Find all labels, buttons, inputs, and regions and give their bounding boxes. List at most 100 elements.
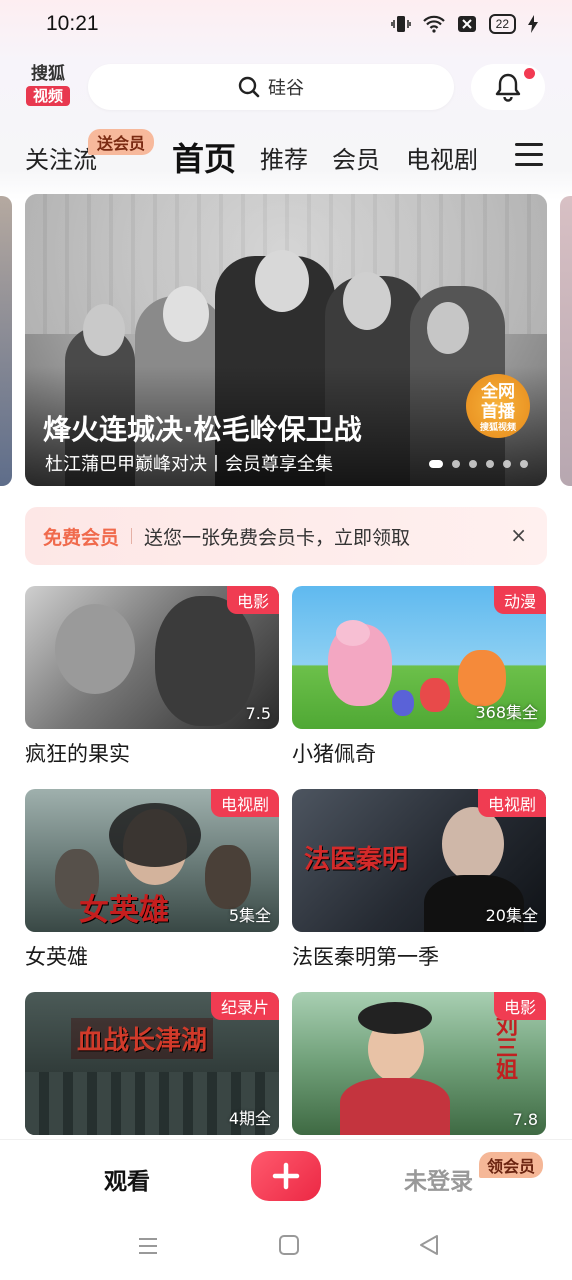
category-tag: 纪录片 [210,992,279,1020]
thumb-figure [336,620,370,646]
charging-icon [528,15,538,33]
live-badge-small: 搜狐视频 [479,423,516,433]
title-art: 女英雄 [79,893,169,928]
thumb-figure [458,650,506,706]
thumb-figure [442,807,504,881]
thumb-figure [55,604,135,694]
promo-divider [131,528,133,544]
search-bar[interactable]: 硅谷 [88,64,454,110]
episode-count: 20集全 [485,906,538,925]
thumb-figure [358,1002,432,1034]
search-placeholder: 硅谷 [268,78,304,99]
episode-count: 368集全 [475,703,538,722]
category-tag: 电视剧 [210,789,279,817]
thumb-figure [109,803,201,867]
app-logo[interactable]: 搜狐 视频 [26,64,70,106]
tab-follow[interactable]: 关注流 [25,140,97,175]
status-bar: 10:21 22 [0,0,572,52]
banner-next-peek[interactable] [560,196,572,486]
tab-recommend[interactable]: 推荐 [260,140,308,175]
thumb-figure [420,678,450,712]
banner-face [255,250,309,312]
video-thumbnail: 刘三姐 电影 7.8 [292,992,546,1135]
thumb-figure [155,596,255,726]
rating: 7.5 [245,704,271,723]
follow-badge: 送会员 [88,129,155,155]
video-card[interactable]: 电影 7.5 疯狂的果实 [25,586,279,768]
category-tag: 动漫 [493,586,546,614]
promo-tag: 免费会员 [43,526,120,549]
notification-button[interactable] [471,64,545,110]
add-button[interactable] [251,1151,321,1201]
video-thumbnail: 法医秦明 电视剧 20集全 [292,789,546,932]
wifi-icon [422,15,445,33]
nav-login[interactable]: 未登录 [404,1162,473,1196]
category-tag: 电视剧 [477,789,546,817]
tab-tv-series[interactable]: 电视剧 [406,140,478,175]
video-card[interactable]: 法医秦明 电视剧 20集全 法医秦明第一季 [292,789,546,971]
hero-banner[interactable]: 全网 首播 搜狐视频 烽火连城决·松毛岭保卫战 杜江蒲巴甲巅峰对决丨会员尊享全集 [25,194,547,486]
video-card[interactable]: 刘三姐 电影 7.8 [292,992,546,1135]
category-tabs: 关注流 送会员 首页 推荐 会员 电视剧 [0,126,572,182]
banner-prev-peek[interactable] [0,196,12,486]
menu-icon[interactable] [515,143,543,173]
free-vip-promo[interactable]: 免费会员 送您一张免费会员卡，立即领取 × [25,507,547,565]
video-thumbnail: 电影 7.5 [25,586,279,729]
back-icon[interactable] [418,1234,440,1256]
logo-top-text: 搜狐 [31,64,65,84]
banner-pagination [429,460,528,468]
pagination-dot[interactable] [520,460,528,468]
battery-indicator: 22 [488,14,516,34]
tab-vip[interactable]: 会员 [332,140,380,175]
recent-apps-icon[interactable] [137,1235,159,1257]
thumb-figure [205,845,251,909]
banner-subtitle: 杜江蒲巴甲巅峰对决丨会员尊享全集 [45,454,333,475]
thumb-figure [392,690,414,716]
pagination-dot[interactable] [469,460,477,468]
search-icon [238,76,260,98]
tab-home[interactable]: 首页 [172,134,236,180]
pagination-dot[interactable] [452,460,460,468]
vibrate-icon [390,16,411,32]
notification-dot [524,68,535,79]
banner-face [343,272,391,330]
category-tag: 电影 [226,586,279,614]
pagination-dot[interactable] [503,460,511,468]
sim-blocked-icon [457,16,476,32]
video-title: 法医秦明第一季 [292,945,439,969]
banner-face [163,286,209,342]
video-card[interactable]: 女英雄 电视剧 5集全 女英雄 [25,789,279,971]
banner-face [83,304,125,356]
video-card[interactable]: 血战长津湖 纪录片 4期全 [25,992,279,1135]
episode-count: 4期全 [228,1109,271,1128]
home-icon[interactable] [278,1234,300,1256]
video-thumbnail: 动漫 368集全 [292,586,546,729]
video-thumbnail: 女英雄 电视剧 5集全 [25,789,279,932]
status-icons: 22 [390,14,538,34]
thumb-figure [340,1078,450,1135]
title-art: 法医秦明 [304,845,409,875]
pagination-dot[interactable] [429,460,443,468]
title-art: 刘三姐 [492,1014,517,1080]
video-card[interactable]: 动漫 368集全 小猪佩奇 [292,586,546,768]
title-art: 血战长津湖 [71,1018,214,1059]
logo-bottom-text: 视频 [26,86,70,106]
video-title: 女英雄 [25,945,88,969]
nav-watch[interactable]: 观看 [104,1162,150,1196]
status-time: 10:21 [46,12,99,35]
bottom-nav: 观看 未登录 领会员 [0,1139,572,1215]
login-vip-badge: 领会员 [479,1152,544,1178]
bell-icon [495,73,521,102]
pagination-dot[interactable] [486,460,494,468]
episode-count: 5集全 [228,906,271,925]
system-nav-bar [0,1215,572,1280]
live-premiere-badge: 全网 首播 搜狐视频 [466,374,530,438]
plus-icon [272,1162,300,1190]
close-icon[interactable]: × [510,523,527,547]
video-title: 小猪佩奇 [292,742,376,766]
banner-title: 烽火连城决·松毛岭保卫战 [43,413,362,446]
promo-text: 送您一张免费会员卡，立即领取 [144,526,411,549]
video-title: 疯狂的果实 [25,742,130,766]
rating: 7.8 [512,1110,538,1129]
category-tag: 电影 [493,992,546,1020]
